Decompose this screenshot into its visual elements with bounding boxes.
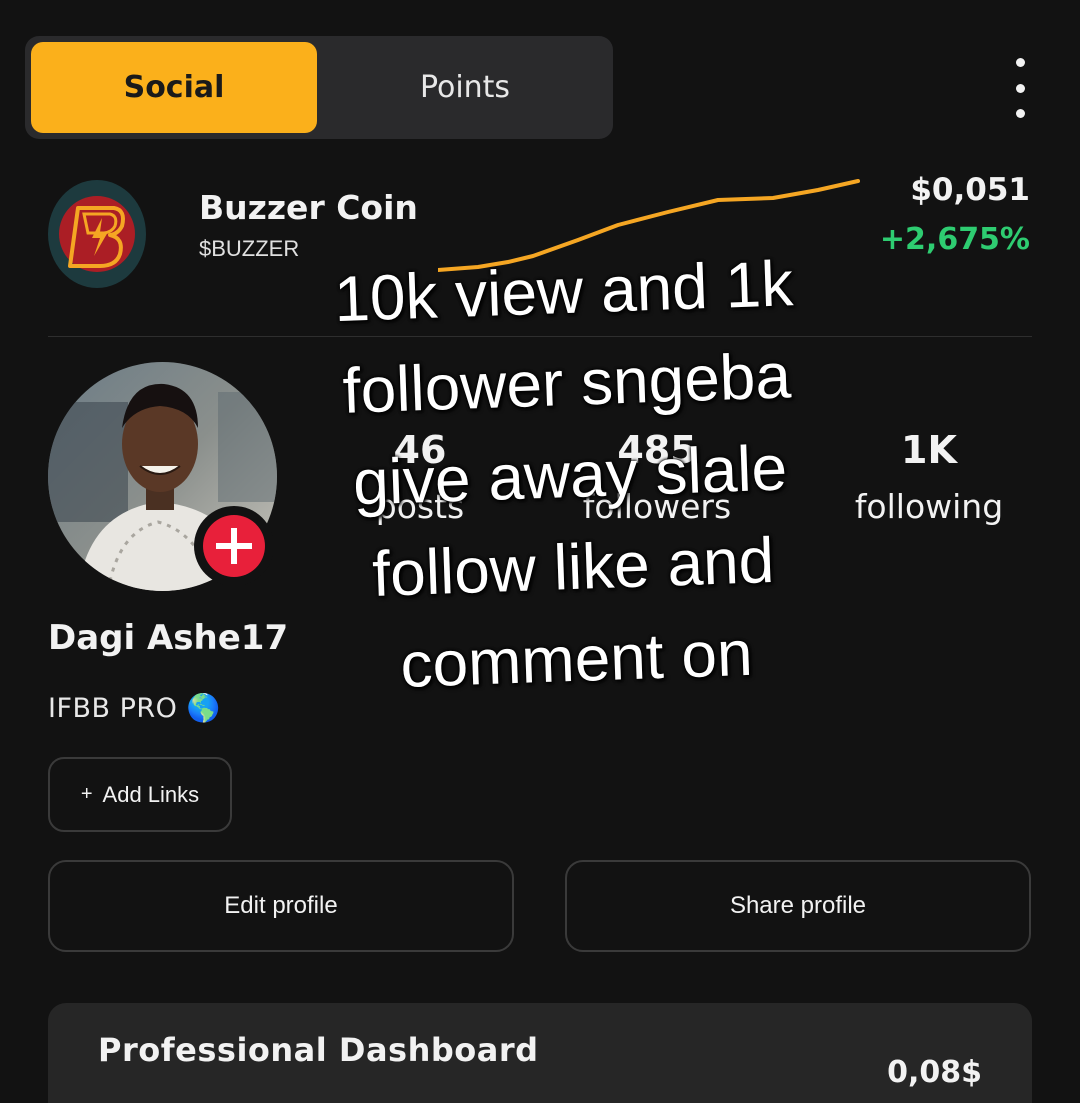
profile-name: Dagi Ashe17 [48, 618, 289, 658]
dashboard-value: 0,08$ [887, 1055, 982, 1090]
add-story-button[interactable] [194, 506, 274, 586]
tab-social[interactable]: Social [31, 42, 317, 133]
coin-price: $0,051 [910, 172, 1030, 208]
coin-change-percent: +2,675% [879, 222, 1030, 257]
overlay-caption: 10k view and 1k follower sngeba give awa… [332, 247, 795, 702]
tab-switcher: Social Points [25, 36, 613, 139]
profile-bio: IFBB PRO 🌎 [48, 693, 221, 724]
edit-profile-button[interactable]: Edit profile [48, 860, 514, 952]
plus-icon: + [80, 783, 93, 805]
buzzer-coin-logo-icon [48, 180, 146, 288]
add-links-button[interactable]: + Add Links [48, 757, 232, 832]
share-profile-button[interactable]: Share profile [565, 860, 1031, 952]
more-options-icon[interactable] [1000, 58, 1040, 118]
stat-following-value[interactable]: 1K [829, 428, 1029, 472]
add-links-label: Add Links [102, 781, 200, 807]
tab-points[interactable]: Points [325, 42, 605, 133]
professional-dashboard-card[interactable]: Professional Dashboard 0,08$ [48, 1003, 1032, 1103]
coin-name: Buzzer Coin [199, 188, 418, 227]
dashboard-title: Professional Dashboard [98, 1031, 539, 1069]
stat-following-label: following [854, 487, 1004, 526]
